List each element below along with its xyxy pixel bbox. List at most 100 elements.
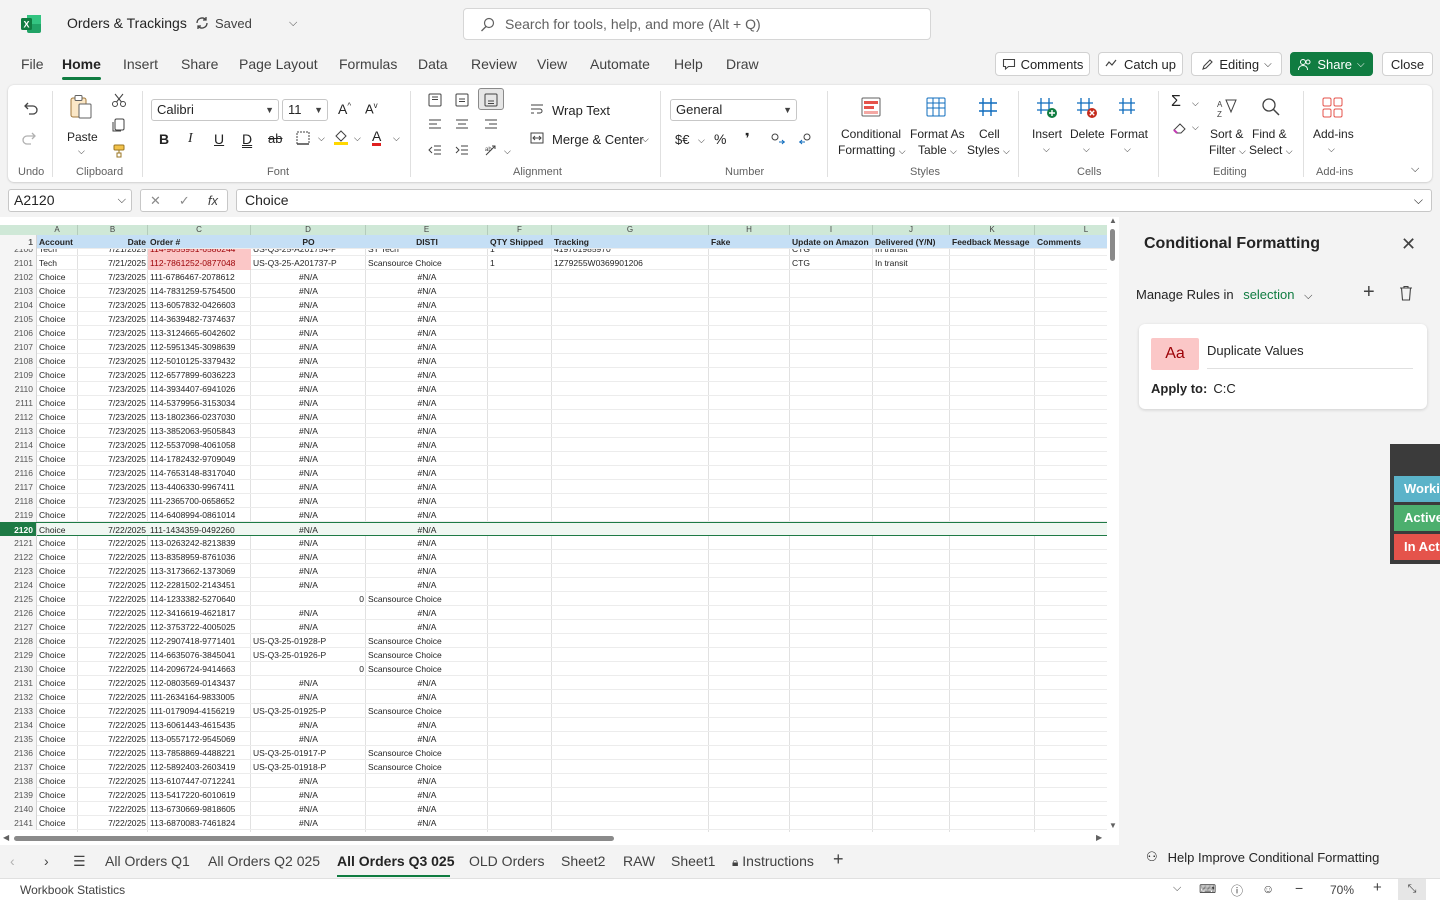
cell-a[interactable]: Choice xyxy=(37,760,78,774)
table-row[interactable]: 2121 Choice 7/22/2025 113-0263242-8213839 #N… xyxy=(0,536,1107,550)
table-row[interactable]: 2118 Choice 7/23/2025 111-2365700-0658652 #N… xyxy=(0,494,1107,508)
cell-c[interactable]: Order # xyxy=(148,235,251,249)
cell-c[interactable]: 112-5892403-2603419 xyxy=(148,760,251,774)
cell-e[interactable]: #N/A xyxy=(366,536,488,550)
menu-automate[interactable]: Automate xyxy=(590,56,650,72)
cell-b[interactable]: 7/22/2025 xyxy=(78,662,148,676)
cell-d[interactable]: #N/A xyxy=(251,606,366,620)
table-row[interactable]: 2133 Choice 7/22/2025 111-0179094-4156219 US… xyxy=(0,704,1107,718)
document-title[interactable]: Orders & Trackings xyxy=(67,15,187,31)
chevron-down-icon[interactable]: ⌵ xyxy=(642,134,649,145)
cell-j[interactable]: Delivered (Y/N) xyxy=(873,235,950,249)
cell-c[interactable]: 114-3934407-6941026 xyxy=(148,382,251,396)
cell-a[interactable]: Choice xyxy=(37,578,78,592)
cell-c[interactable]: 111-6786467-2078612 xyxy=(148,270,251,284)
cell-a[interactable]: Choice xyxy=(37,648,78,662)
table-row[interactable]: 2101 Tech 7/21/2025 112-7861252-0877048 US-Q… xyxy=(0,256,1107,270)
column-header-b[interactable]: B xyxy=(78,225,148,235)
tab-all-orders-q3[interactable]: All Orders Q3 025 xyxy=(337,853,455,869)
cell-c[interactable]: 114-6635076-3845041 xyxy=(148,648,251,662)
grow-font-icon[interactable]: A^ xyxy=(338,101,351,117)
cell-b[interactable]: 7/22/2025 xyxy=(78,732,148,746)
cell-e[interactable]: #N/A xyxy=(366,340,488,354)
cell-e[interactable]: #N/A xyxy=(366,480,488,494)
table-row[interactable]: 2110 Choice 7/23/2025 114-3934407-6941026 #N… xyxy=(0,382,1107,396)
chevron-down-icon[interactable]: ⌵ xyxy=(1043,144,1050,155)
cell-b[interactable]: 7/22/2025 xyxy=(78,760,148,774)
cell-e[interactable]: #N/A xyxy=(366,368,488,382)
tab-raw[interactable]: RAW xyxy=(623,853,655,869)
cell-c[interactable]: 114-3639482-7374637 xyxy=(148,312,251,326)
save-status[interactable]: Saved xyxy=(194,15,252,31)
cell-e[interactable]: #N/A xyxy=(366,802,488,816)
table-row[interactable]: 2124 Choice 7/22/2025 112-2281502-2143451 #N… xyxy=(0,578,1107,592)
cell-d[interactable]: #N/A xyxy=(251,676,366,690)
table-row[interactable]: 2108 Choice 7/23/2025 112-5010125-3379432 #N… xyxy=(0,354,1107,368)
row-number[interactable]: 2140 xyxy=(0,802,37,816)
cell-b[interactable]: 7/22/2025 xyxy=(78,690,148,704)
find-select-label-2[interactable]: Select ⌵ xyxy=(1249,143,1293,157)
cell-c[interactable]: 111-1434359-0492260 xyxy=(148,523,251,537)
menu-home[interactable]: Home xyxy=(62,56,101,72)
column-header-f[interactable]: F xyxy=(488,225,552,235)
table-row[interactable]: 2130 Choice 7/22/2025 114-2096724-9414663 0 S… xyxy=(0,662,1107,676)
cell-d[interactable]: #N/A xyxy=(251,452,366,466)
cell-g[interactable]: Tracking xyxy=(552,235,709,249)
table-row[interactable]: 2140 Choice 7/22/2025 113-6730669-9818605 #N… xyxy=(0,802,1107,816)
table-row[interactable]: 2132 Choice 7/22/2025 111-2634164-9833005 #N… xyxy=(0,690,1107,704)
row-number[interactable]: 2134 xyxy=(0,718,37,732)
chevron-down-icon[interactable]: ⌵ xyxy=(504,146,511,157)
table-row[interactable]: 2113 Choice 7/23/2025 113-3852063-9505843 #N… xyxy=(0,424,1107,438)
table-row[interactable]: 2134 Choice 7/22/2025 113-6061443-4615435 #N… xyxy=(0,718,1107,732)
cell-b[interactable]: 7/22/2025 xyxy=(78,788,148,802)
cell-b[interactable]: 7/22/2025 xyxy=(78,802,148,816)
cell-b[interactable]: 7/23/2025 xyxy=(78,312,148,326)
cell-a[interactable]: Choice xyxy=(37,452,78,466)
cell-i[interactable]: Update on Amazon xyxy=(790,235,873,249)
manage-rules-value[interactable]: selection xyxy=(1243,287,1294,302)
cell-d[interactable]: #N/A xyxy=(251,718,366,732)
find-search-icon[interactable] xyxy=(1261,97,1281,117)
cell-styles-icon[interactable] xyxy=(978,97,998,117)
table-row[interactable]: 2131 Choice 7/22/2025 112-0803569-0143437 #N… xyxy=(0,676,1107,690)
cell-e[interactable]: #N/A xyxy=(366,788,488,802)
cell-e[interactable]: #N/A xyxy=(366,718,488,732)
chevron-down-icon[interactable]: ⌵ xyxy=(1192,122,1199,133)
increase-indent-icon[interactable] xyxy=(455,144,469,156)
cell-a[interactable]: Choice xyxy=(37,298,78,312)
italic-icon[interactable]: I xyxy=(188,131,193,147)
format-as-table-icon[interactable] xyxy=(926,97,946,117)
cell-b[interactable]: 7/22/2025 xyxy=(78,816,148,830)
zoom-out-icon[interactable]: − xyxy=(1295,880,1303,896)
row-number[interactable]: 2111 xyxy=(0,396,37,410)
cell-d[interactable]: #N/A xyxy=(251,788,366,802)
cell-d[interactable]: #N/A xyxy=(251,298,366,312)
row-number[interactable]: 2113 xyxy=(0,424,37,438)
cell-e[interactable]: #N/A xyxy=(366,578,488,592)
table-row[interactable]: 2141 Choice 7/22/2025 113-6870083-7461824 #N… xyxy=(0,816,1107,830)
cell-a[interactable]: Choice xyxy=(37,788,78,802)
cell-b[interactable]: 7/23/2025 xyxy=(78,424,148,438)
tab-scroll-left-icon[interactable]: ‹ xyxy=(10,853,15,869)
cell-a[interactable]: Choice xyxy=(37,746,78,760)
align-top-icon[interactable] xyxy=(428,93,442,107)
cell-d[interactable]: US-Q3-25-01918-P xyxy=(251,760,366,774)
cell-d[interactable]: #N/A xyxy=(251,410,366,424)
cell-e[interactable]: #N/A xyxy=(366,676,488,690)
cell-b[interactable]: 7/23/2025 xyxy=(78,270,148,284)
catchup-button[interactable]: Catch up xyxy=(1098,52,1183,76)
conditional-formatting-label-2[interactable]: Formatting ⌵ xyxy=(838,143,906,157)
sort-filter-button[interactable]: Sort & xyxy=(1210,127,1243,141)
row-number[interactable]: 2136 xyxy=(0,746,37,760)
cell-e[interactable]: Scansource Choice xyxy=(366,746,488,760)
cell-a[interactable]: Tech xyxy=(37,256,78,270)
cell-d[interactable]: 0 xyxy=(251,662,366,676)
cell-e[interactable]: Scansource Choice xyxy=(366,634,488,648)
row-number[interactable]: 2119 xyxy=(0,508,37,522)
cell-d[interactable]: #N/A xyxy=(251,354,366,368)
cell-c[interactable]: 113-5417220-6010619 xyxy=(148,788,251,802)
row-number[interactable]: 2106 xyxy=(0,326,37,340)
menu-draw[interactable]: Draw xyxy=(726,56,759,72)
format-cells-button[interactable]: Format xyxy=(1110,127,1148,141)
cell-b[interactable]: 7/23/2025 xyxy=(78,354,148,368)
